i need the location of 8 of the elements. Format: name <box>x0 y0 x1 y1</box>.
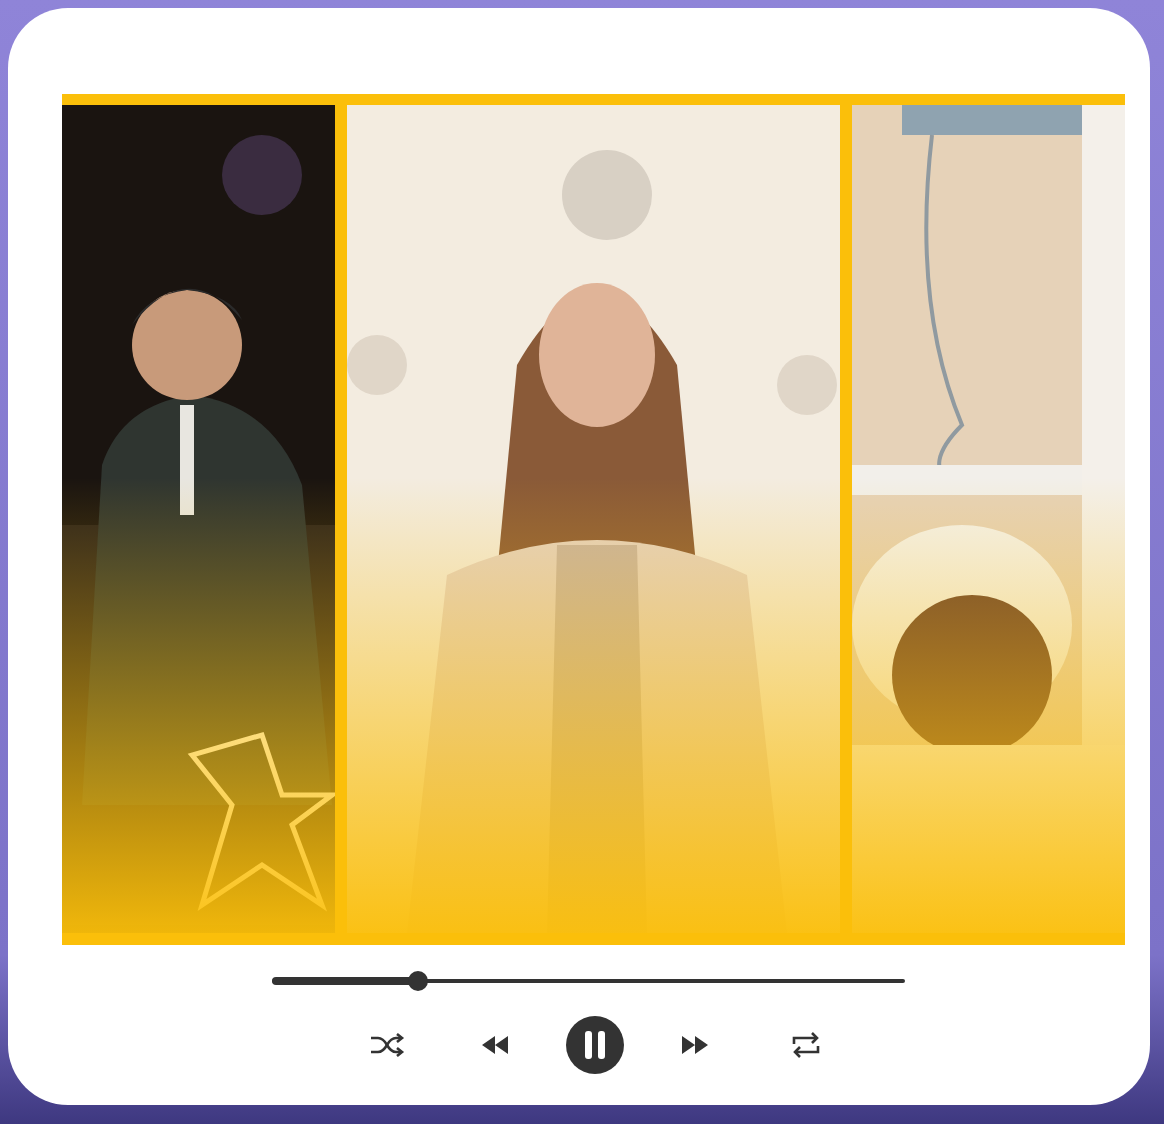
slider-thumb[interactable] <box>407 971 428 991</box>
pause-button[interactable] <box>566 1016 624 1074</box>
shuffle-icon <box>369 1033 405 1057</box>
rewind-icon <box>482 1036 508 1054</box>
fast-forward-icon <box>682 1036 708 1054</box>
repeat-icon <box>790 1032 822 1058</box>
pause-icon <box>584 1031 606 1059</box>
progress-slider[interactable] <box>272 971 905 991</box>
